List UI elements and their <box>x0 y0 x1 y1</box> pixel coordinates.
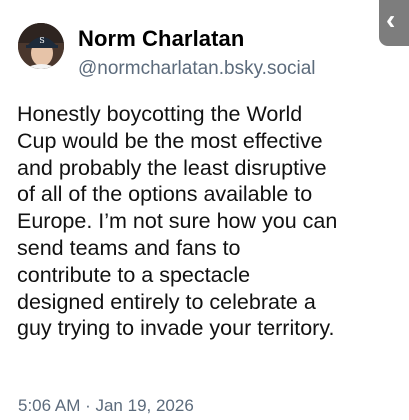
author-handle[interactable]: @normcharlatan.bsky.social <box>78 58 316 80</box>
side-panel-tab[interactable]: ‹ <box>379 0 409 46</box>
avatar[interactable]: S <box>18 23 64 69</box>
chevron-left-icon: ‹ <box>386 4 396 35</box>
avatar-photo-icon: S <box>18 23 64 69</box>
author-display-name[interactable]: Norm Charlatan <box>78 26 244 52</box>
post-card: S Norm Charlatan @normcharlatan.bsky.soc… <box>0 0 409 420</box>
post-body-text: Honestly boycotting the World Cup would … <box>17 102 338 341</box>
post-timestamp[interactable]: 5:06 AM · Jan 19, 2026 <box>18 396 194 416</box>
svg-text:S: S <box>39 36 44 45</box>
